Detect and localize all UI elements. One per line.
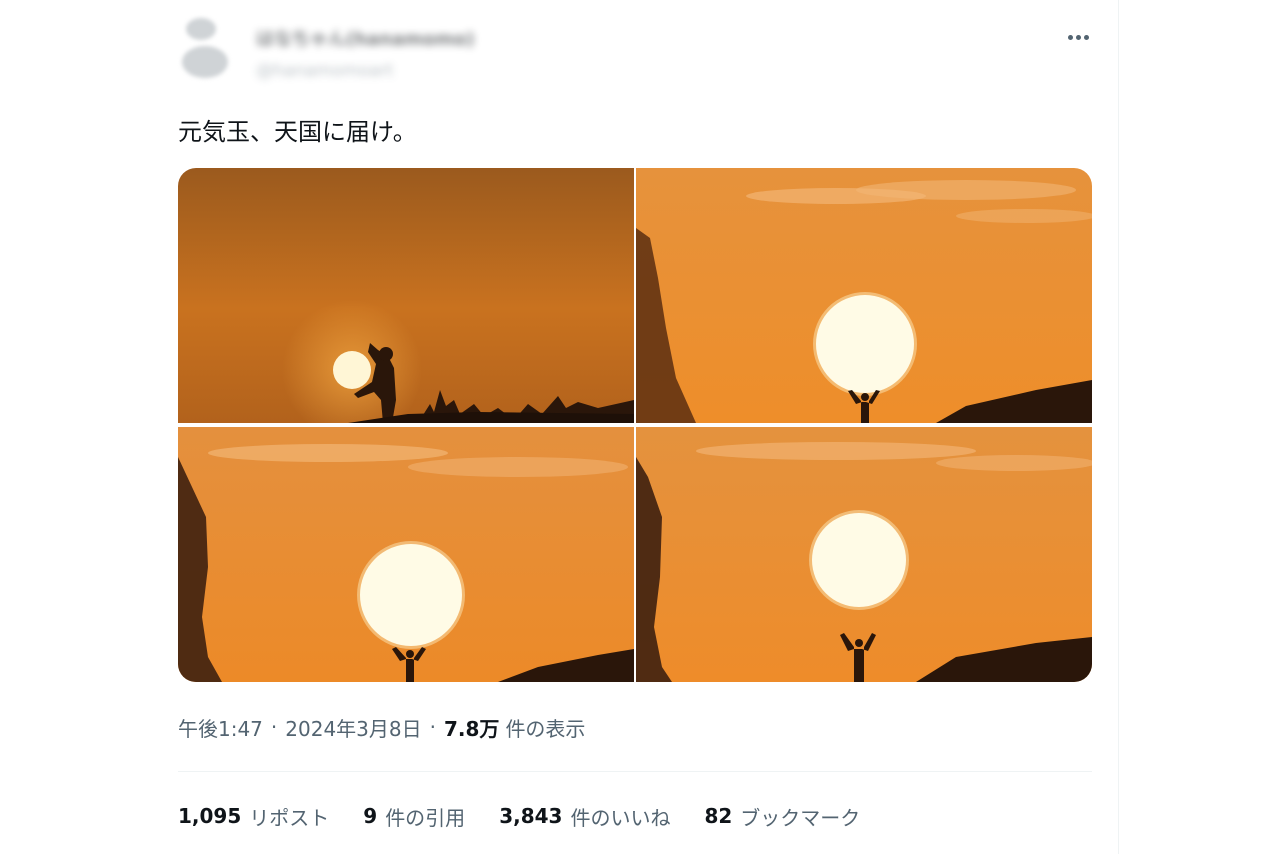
user-handle[interactable]: @hanamomoart bbox=[256, 58, 393, 84]
likes-stat[interactable]: 3,843 件のいいね bbox=[499, 802, 670, 831]
display-name[interactable]: はなちゃん(hanamomo) bbox=[256, 24, 475, 52]
tweet-time[interactable]: 午後1:47 bbox=[178, 713, 263, 742]
more-dot bbox=[1083, 34, 1089, 40]
photo-3[interactable] bbox=[178, 427, 634, 682]
more-dot bbox=[1075, 34, 1081, 40]
meta-separator: · bbox=[429, 715, 436, 739]
quotes-label: 件の引用 bbox=[385, 805, 466, 830]
views-label: 件の表示 bbox=[505, 716, 586, 741]
engagement-stats: 1,095 リポスト 9 件の引用 3,843 件のいいね 82 ブックマーク bbox=[178, 798, 894, 834]
photo-4[interactable] bbox=[636, 427, 1092, 682]
bookmarks-label: ブックマーク bbox=[740, 805, 861, 830]
tweet-date[interactable]: 2024年3月8日 bbox=[285, 713, 421, 742]
divider bbox=[178, 771, 1092, 772]
photo-2[interactable] bbox=[636, 168, 1092, 423]
photo-1[interactable] bbox=[178, 168, 634, 423]
quotes-count: 9 bbox=[363, 804, 378, 828]
likes-label: 件のいいね bbox=[570, 805, 671, 830]
views-count: 7.8万 bbox=[444, 716, 500, 741]
reposts-label: リポスト bbox=[249, 805, 330, 830]
likes-count: 3,843 bbox=[499, 804, 563, 828]
tweet-text: 元気玉、天国に届け。 bbox=[178, 118, 417, 146]
media-grid bbox=[178, 168, 1092, 682]
bookmarks-count: 82 bbox=[704, 804, 733, 828]
more-horizontal-icon bbox=[1067, 34, 1073, 40]
quotes-stat[interactable]: 9 件の引用 bbox=[363, 802, 465, 831]
reposts-stat[interactable]: 1,095 リポスト bbox=[178, 802, 329, 831]
column-border bbox=[1118, 0, 1119, 854]
more-options-button[interactable] bbox=[1056, 22, 1100, 52]
bookmarks-stat[interactable]: 82 ブックマーク bbox=[704, 802, 860, 831]
tweet-meta: 午後1:47 · 2024年3月8日 · 7.8万 件の表示 bbox=[178, 710, 585, 744]
meta-separator: · bbox=[270, 715, 278, 739]
avatar[interactable] bbox=[180, 14, 236, 84]
reposts-count: 1,095 bbox=[178, 804, 242, 828]
